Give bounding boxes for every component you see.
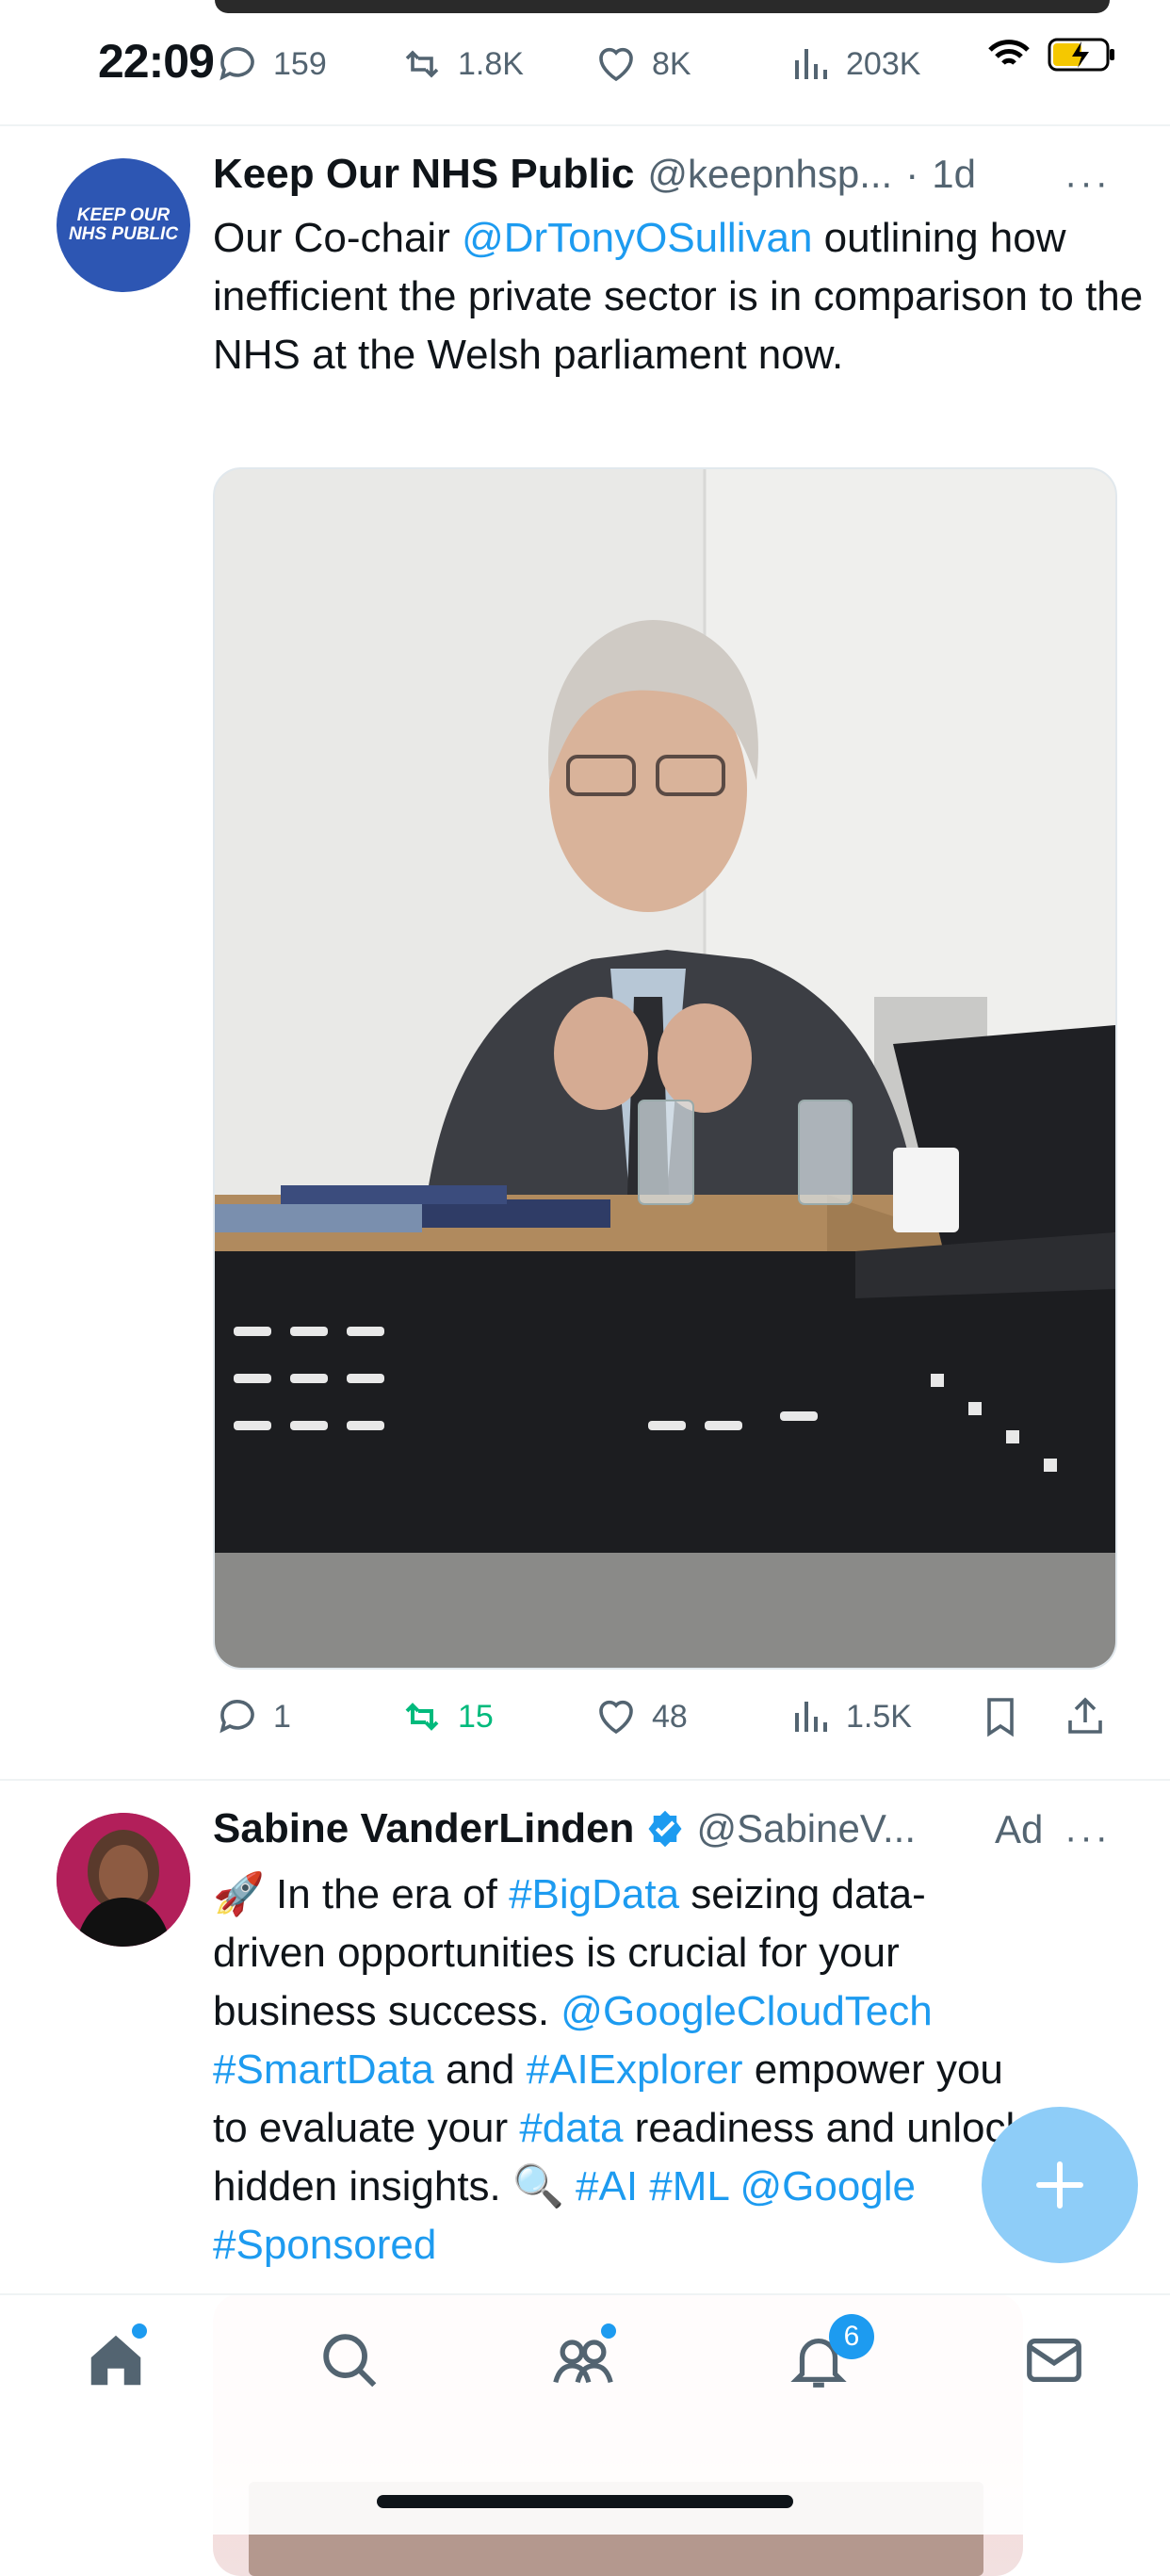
- text-part: 🚀 In the era of: [213, 1871, 510, 1917]
- bookmark-button[interactable]: [978, 1694, 1023, 1739]
- repost-button[interactable]: 1.8K: [399, 41, 524, 87]
- photo-man-speaking-at-desk: [215, 469, 1115, 1668]
- repost-button[interactable]: 15: [399, 1694, 494, 1739]
- tweet-photo[interactable]: [213, 467, 1117, 1670]
- timestamp[interactable]: 1d: [932, 152, 976, 197]
- repost-icon: [405, 50, 439, 78]
- nav-messages[interactable]: [1021, 2327, 1087, 2398]
- reply-icon: [219, 47, 254, 81]
- verified-badge-icon: [648, 1810, 682, 1848]
- author-handle[interactable]: @keepnhsp...: [647, 152, 892, 197]
- tweet-actions: 1 15 48 1.5K: [215, 1690, 1119, 1743]
- tweet-divider: [0, 1779, 1170, 1781]
- views-button[interactable]: 203K: [788, 41, 920, 87]
- home-indicator: [377, 2495, 793, 2508]
- text-line: business success. @GoogleCloudTech: [213, 1982, 1155, 2041]
- text-part: hidden insights. 🔍: [213, 2163, 576, 2209]
- hashtag-link[interactable]: #BigData: [509, 1871, 679, 1917]
- nav-notifications[interactable]: 6: [786, 2314, 874, 2398]
- status-bar-icons: [987, 38, 1117, 72]
- text-part: seizing data-: [679, 1871, 926, 1917]
- tweet-text-part: Our Co-chair: [213, 215, 463, 261]
- bookmark-icon: [987, 1698, 1014, 1737]
- previous-tweet-media-edge: [215, 0, 1110, 13]
- text-line: driven opportunities is crucial for your: [213, 1930, 900, 1976]
- unread-dot: [132, 2323, 147, 2339]
- nav-communities[interactable]: [550, 2323, 616, 2398]
- repost-count: 15: [458, 1698, 494, 1735]
- reply-count: 1: [273, 1698, 291, 1735]
- views-icon: [795, 1702, 827, 1732]
- text-part: and: [433, 2046, 527, 2093]
- reply-count: 159: [273, 45, 327, 82]
- search-icon: [323, 2334, 377, 2388]
- nav-search[interactable]: [317, 2327, 382, 2398]
- repost-count: 1.8K: [458, 45, 524, 82]
- avatar-photo: [57, 1813, 190, 1947]
- more-options-icon[interactable]: ···: [1064, 1817, 1111, 1859]
- notifications-badge: 6: [829, 2314, 874, 2359]
- hashtag-link[interactable]: #SmartData: [213, 2046, 434, 2093]
- battery-charging-icon: [1048, 38, 1114, 72]
- reply-button[interactable]: 1: [215, 1694, 291, 1739]
- mail-icon: [1027, 2338, 1081, 2383]
- heart-icon: [599, 47, 633, 82]
- reply-icon: [219, 1700, 254, 1734]
- status-bar-time: 22:09: [98, 35, 215, 88]
- views-icon: [795, 49, 827, 79]
- mention-link[interactable]: @DrTonyOSullivan: [462, 215, 812, 261]
- share-icon: [1068, 1697, 1102, 1734]
- ad-label: Ad: [995, 1807, 1044, 1851]
- views-button[interactable]: 1.5K: [788, 1694, 912, 1739]
- avatar[interactable]: [57, 1813, 190, 1947]
- separator: ·: [905, 152, 919, 196]
- tweet-header: Keep Our NHS Public @keepnhsp... · 1d: [213, 151, 1146, 198]
- text-line: #SmartData and #AIExplorer empower you: [213, 2041, 1155, 2099]
- hashtag-link[interactable]: #Sponsored: [213, 2222, 436, 2268]
- tweet-header: Sabine VanderLinden @SabineV...: [213, 1805, 1061, 1852]
- hashtag-link[interactable]: #data: [519, 2105, 623, 2151]
- nav-home[interactable]: [83, 2323, 149, 2398]
- author-handle[interactable]: @SabineV...: [696, 1806, 916, 1851]
- avatar[interactable]: KEEP OUR NHS PUBLIC: [57, 158, 190, 292]
- views-count: 203K: [846, 45, 921, 82]
- text-part: readiness and unlock: [623, 2105, 1027, 2151]
- mention-link[interactable]: @GoogleCloudTech: [561, 1988, 932, 2034]
- like-button[interactable]: 48: [593, 1694, 688, 1739]
- hashtag-link[interactable]: #AIExplorer: [527, 2046, 743, 2093]
- plus-icon: [1036, 2161, 1083, 2209]
- like-count: 48: [652, 1698, 688, 1735]
- tweet-text: Our Co-chair @DrTonyOSullivan outlining …: [213, 209, 1155, 384]
- compose-button[interactable]: [982, 2107, 1138, 2263]
- previous-tweet-actions: 159 1.8K 8K 203K: [215, 38, 1119, 90]
- heart-icon: [599, 1700, 633, 1735]
- text-part: empower you: [742, 2046, 1003, 2093]
- share-button[interactable]: [1063, 1694, 1108, 1739]
- more-options-icon[interactable]: ···: [1064, 162, 1111, 204]
- author-name[interactable]: Keep Our NHS Public: [213, 151, 634, 198]
- like-count: 8K: [652, 45, 691, 82]
- avatar-logo-text: KEEP OUR NHS PUBLIC: [68, 205, 179, 244]
- hashtag-link[interactable]: #AI #ML @Google: [576, 2163, 916, 2209]
- like-button[interactable]: 8K: [593, 41, 691, 87]
- views-count: 1.5K: [846, 1698, 912, 1735]
- repost-icon: [405, 1703, 439, 1731]
- unread-dot: [601, 2323, 616, 2339]
- author-name[interactable]: Sabine VanderLinden: [213, 1805, 634, 1852]
- wifi-icon: [988, 40, 1030, 65]
- reply-button[interactable]: 159: [215, 41, 327, 87]
- text-part: business success.: [213, 1988, 561, 2034]
- text-part: to evaluate your: [213, 2105, 520, 2151]
- text-line: 🚀 In the era of #BigData seizing data-: [213, 1866, 1155, 1924]
